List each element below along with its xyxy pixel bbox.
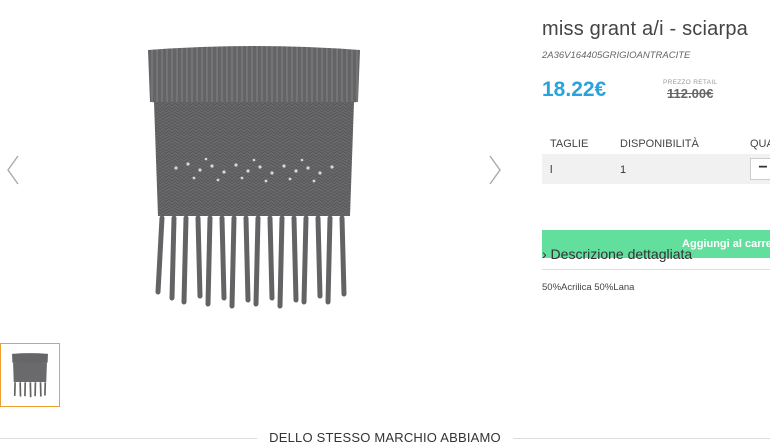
product-image <box>148 46 360 309</box>
size-table: TAGLIE DISPONIBILITÀ QUA l 1 − <box>542 130 770 184</box>
product-title: miss grant a/i - sciarpa <box>542 18 748 40</box>
header-sizes: TAGLIE <box>550 138 589 150</box>
retail-price: 112.00€ <box>667 86 714 101</box>
product-price: 18.22€ <box>542 78 607 101</box>
retail-price-label: PREZZO RETAIL <box>663 79 718 86</box>
description-text: 50%Acrilica 50%Lana <box>542 282 635 293</box>
quantity-decrease-button[interactable]: − <box>750 158 770 180</box>
availability-value: 1 <box>620 164 627 176</box>
size-table-header: TAGLIE DISPONIBILITÀ QUA <box>542 130 770 154</box>
retail-price-block: PREZZO RETAIL 112.00€ <box>663 79 717 101</box>
product-info: miss grant a/i - sciarpa 2A36V164405GRIG… <box>542 0 770 330</box>
size-row: l 1 − <box>542 154 770 184</box>
product-sku: 2A36V164405GRIGIOANTRACITE <box>542 50 691 61</box>
size-value: l <box>550 164 553 176</box>
product-thumbnail-image <box>12 353 48 398</box>
gallery-next-button[interactable] <box>484 150 506 190</box>
header-availability: DISPONIBILITÀ <box>620 138 699 150</box>
description-divider <box>542 269 770 270</box>
description-toggle[interactable]: › Descrizione dettagliata <box>542 246 692 262</box>
gallery-thumbnail[interactable] <box>0 343 60 407</box>
gallery-prev-button[interactable] <box>2 150 24 190</box>
same-brand-section-title: DELLO STESSO MARCHIO ABBIAMO <box>257 430 513 445</box>
chevron-right-icon <box>489 155 501 185</box>
product-gallery <box>0 0 520 407</box>
chevron-left-icon <box>7 155 19 185</box>
header-quantity: QUA <box>750 138 770 150</box>
